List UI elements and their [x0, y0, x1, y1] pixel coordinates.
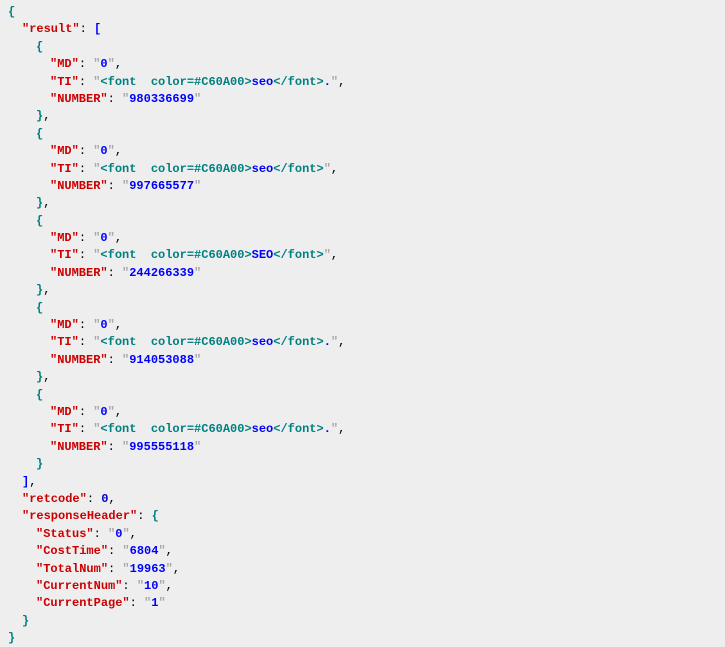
- item-open: {: [8, 213, 717, 230]
- rh-costtime: "CostTime": "6804",: [8, 543, 717, 560]
- item-ti: "TI": "<font color=#C60A00>seo</font>",: [8, 161, 717, 178]
- item-close: },: [8, 195, 717, 212]
- item-md: "MD": "0",: [8, 56, 717, 73]
- item-close: },: [8, 369, 717, 386]
- item-open: {: [8, 39, 717, 56]
- item-open: {: [8, 126, 717, 143]
- item-close: }: [8, 456, 717, 473]
- item-close: },: [8, 108, 717, 125]
- item-number: "NUMBER": "980336699": [8, 91, 717, 108]
- result-items: {"MD": "0","TI": "<font color=#C60A00>se…: [8, 39, 717, 474]
- item-number: "NUMBER": "244266339": [8, 265, 717, 282]
- item-md: "MD": "0",: [8, 317, 717, 334]
- rh-totalnum: "TotalNum": "19963",: [8, 561, 717, 578]
- item-number: "NUMBER": "914053088": [8, 352, 717, 369]
- item-open: {: [8, 387, 717, 404]
- item-ti: "TI": "<font color=#C60A00>seo</font>.",: [8, 421, 717, 438]
- responseheader-open: "responseHeader": {: [8, 508, 717, 525]
- brace-close: }: [8, 630, 717, 647]
- responseheader-close: }: [8, 613, 717, 630]
- rh-currentpage: "CurrentPage": "1": [8, 595, 717, 612]
- brace-open: {: [8, 4, 717, 21]
- item-number: "NUMBER": "997665577": [8, 178, 717, 195]
- item-number: "NUMBER": "995555118": [8, 439, 717, 456]
- item-md: "MD": "0",: [8, 404, 717, 421]
- result-close: ],: [8, 474, 717, 491]
- item-md: "MD": "0",: [8, 230, 717, 247]
- item-ti: "TI": "<font color=#C60A00>seo</font>.",: [8, 74, 717, 91]
- item-ti: "TI": "<font color=#C60A00>seo</font>.",: [8, 334, 717, 351]
- result-key-line: "result": [: [8, 21, 717, 38]
- retcode-line: "retcode": 0,: [8, 491, 717, 508]
- rh-status: "Status": "0",: [8, 526, 717, 543]
- item-md: "MD": "0",: [8, 143, 717, 160]
- item-open: {: [8, 300, 717, 317]
- rh-currentnum: "CurrentNum": "10",: [8, 578, 717, 595]
- item-ti: "TI": "<font color=#C60A00>SEO</font>",: [8, 247, 717, 264]
- item-close: },: [8, 282, 717, 299]
